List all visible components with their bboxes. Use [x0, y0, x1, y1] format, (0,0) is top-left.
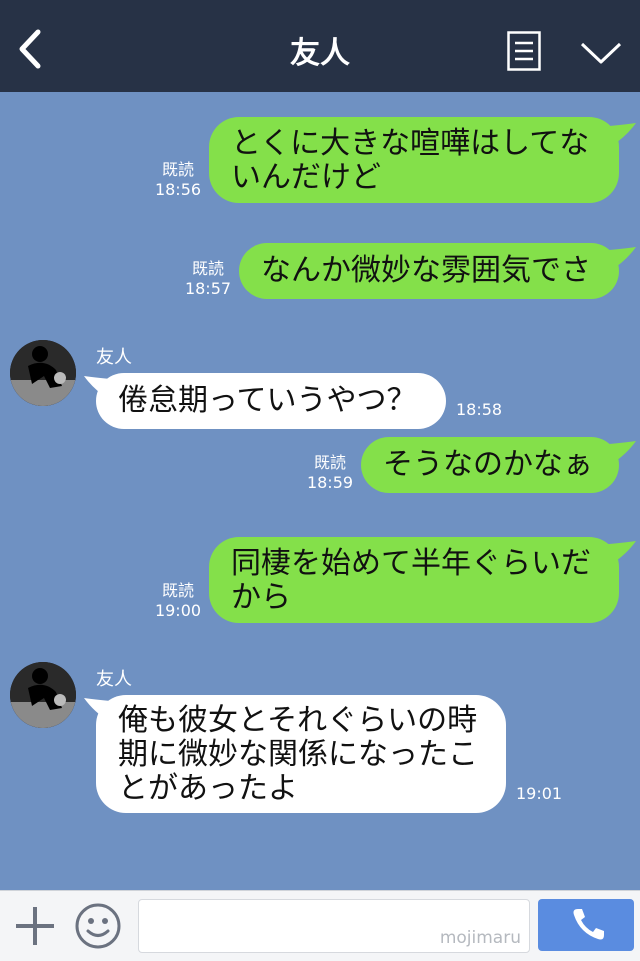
note-icon[interactable] [507, 31, 541, 71]
outgoing-bubble[interactable]: 同棲を始めて半年ぐらいだ から [209, 537, 619, 623]
message-text: いんだけど [231, 160, 381, 195]
smiley-icon[interactable] [74, 902, 122, 950]
read-receipt: 既読 [161, 581, 194, 600]
message-meta: 既読 19:00 [152, 581, 204, 621]
avatar-image [10, 340, 76, 406]
message-input[interactable]: mojimaru [138, 899, 530, 953]
message-meta: 既読 18:57 [182, 259, 234, 299]
message-text: とがあったよ [118, 771, 298, 806]
message-text: なんか微妙な雰囲気でさ [261, 253, 591, 288]
message-time: 18:57 [184, 279, 232, 298]
read-receipt: 既読 [191, 259, 224, 278]
bubble-tail [598, 123, 636, 147]
message-time: 18:59 [306, 473, 354, 492]
sender-name: 友人 [96, 347, 132, 368]
bubble-tail [598, 441, 636, 465]
message-time: 18:56 [154, 180, 202, 199]
message-meta: 既読 18:56 [152, 160, 204, 200]
outgoing-bubble[interactable]: そうなのかなぁ [361, 437, 619, 493]
message-text: から [231, 580, 291, 615]
message-text: とくに大きな喧嘩はしてな [231, 126, 590, 161]
read-receipt: 既読 [161, 160, 194, 179]
sender-name: 友人 [96, 669, 132, 690]
message-text: 期に微妙な関係になったこ [118, 737, 478, 772]
outgoing-bubble[interactable]: なんか微妙な雰囲気でさ [239, 243, 619, 299]
bubble-tail [598, 247, 636, 271]
message-time: 19:01 [516, 784, 563, 803]
message-time: 19:00 [154, 601, 202, 620]
outgoing-bubble[interactable]: とくに大きな喧嘩はしてな いんだけど [209, 117, 619, 203]
read-receipt: 既読 [313, 453, 346, 472]
chat-title: 友人 [290, 36, 350, 71]
call-button[interactable] [538, 899, 634, 951]
avatar[interactable] [10, 340, 76, 406]
chat-header: 友人 [0, 0, 640, 92]
chevron-down-icon[interactable] [578, 38, 624, 68]
message-meta: 既読 18:59 [304, 453, 356, 493]
message-text: 倦怠期っていうやつ？ [118, 383, 417, 418]
plus-icon[interactable] [14, 905, 56, 947]
bubble-tail [598, 541, 636, 565]
message-text: 俺も彼女とそれぐらいの時 [118, 703, 478, 738]
watermark: mojimaru [439, 928, 521, 948]
avatar-image [10, 662, 76, 728]
phone-icon [573, 909, 604, 940]
message-time: 18:58 [456, 400, 503, 419]
message-text: 同棲を始めて半年ぐらいだ [231, 546, 591, 581]
incoming-bubble[interactable]: 倦怠期っていうやつ？ [96, 373, 446, 429]
input-bar: mojimaru [0, 890, 640, 961]
avatar[interactable] [10, 662, 76, 728]
message-text: そうなのかなぁ [383, 447, 593, 482]
incoming-bubble[interactable]: 俺も彼女とそれぐらいの時 期に微妙な関係になったこ とがあったよ [96, 695, 506, 813]
